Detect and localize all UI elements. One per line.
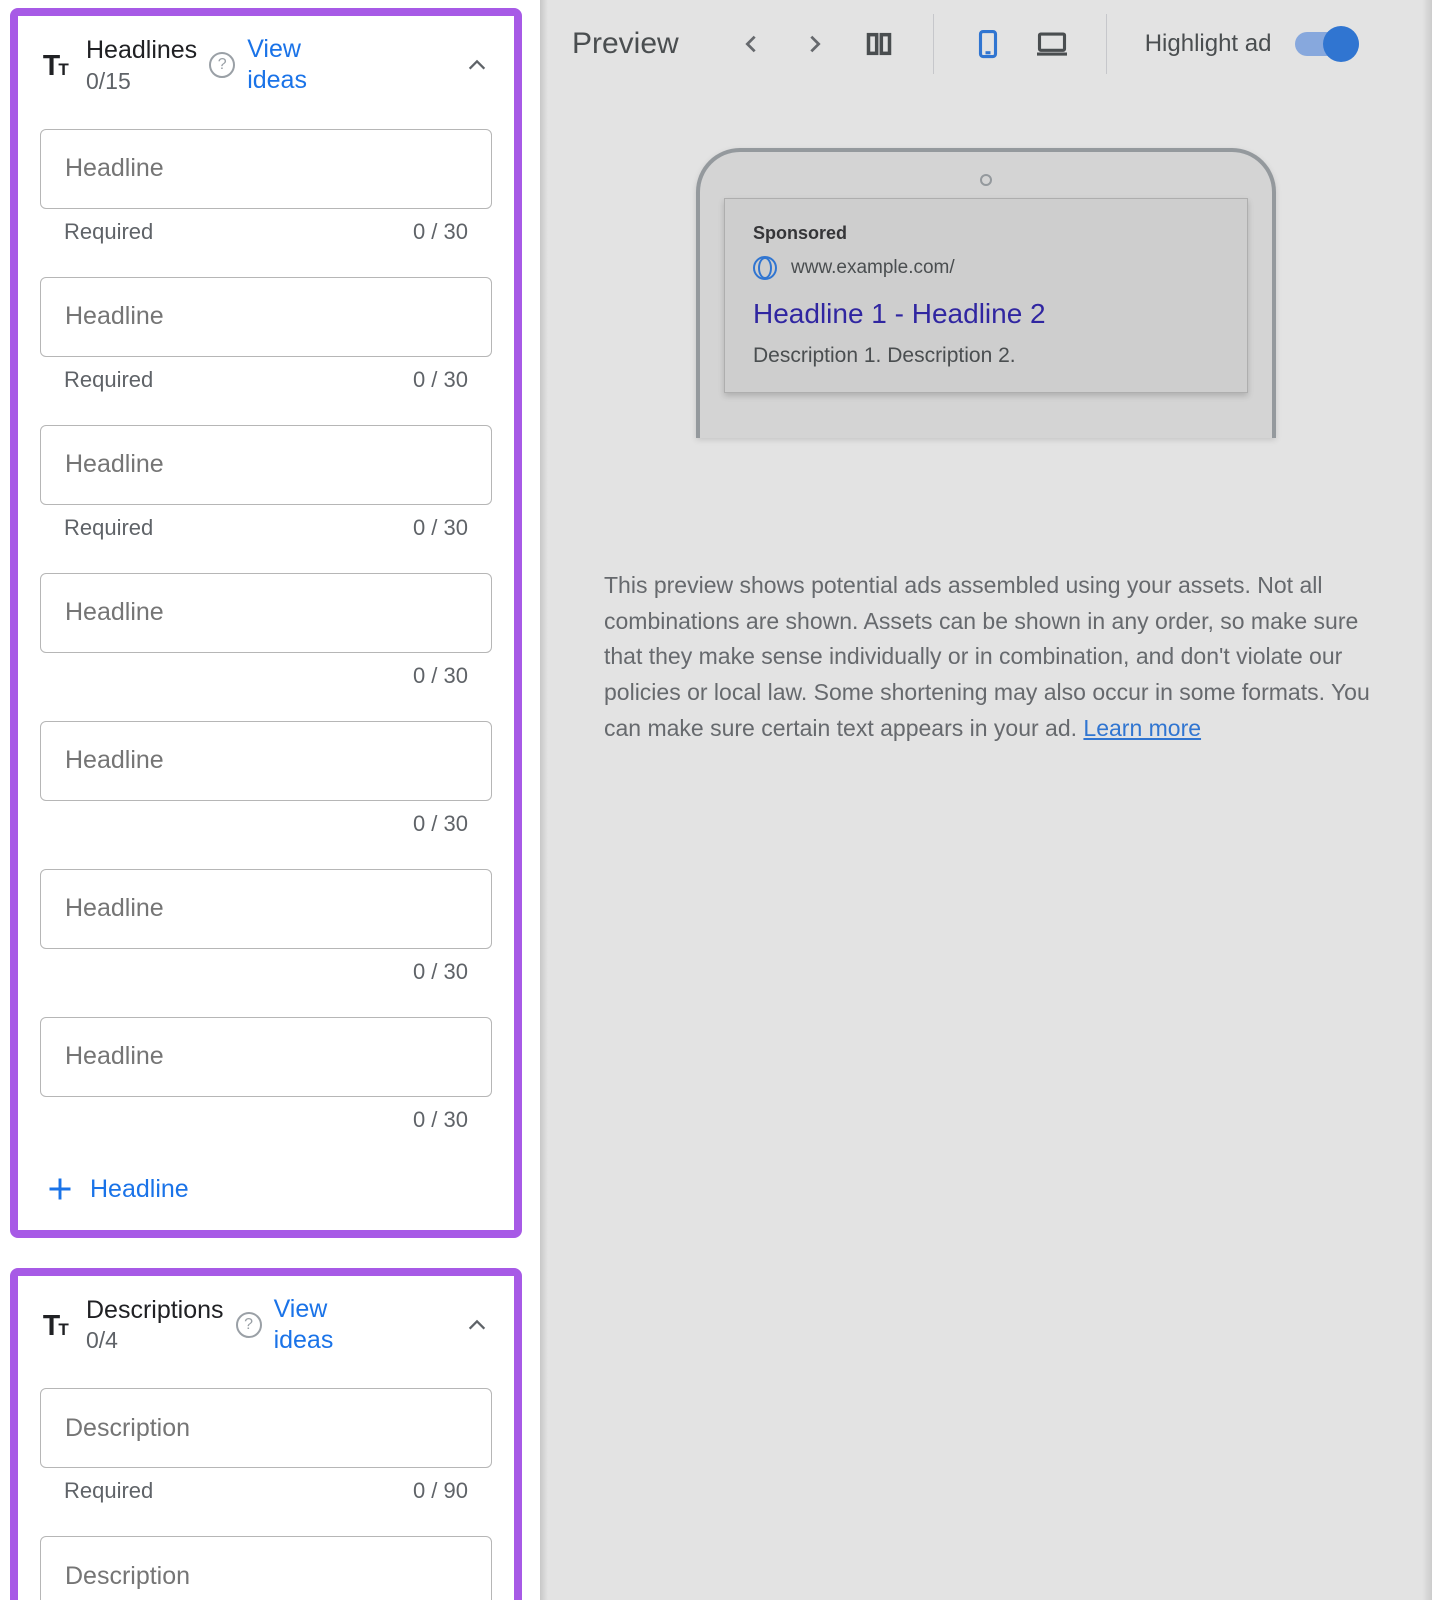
desktop-view-button[interactable]: [1032, 24, 1072, 64]
preview-disclaimer: This preview shows potential ads assembl…: [604, 568, 1400, 746]
preview-title: Preview: [572, 27, 679, 61]
prev-button[interactable]: [731, 24, 771, 64]
headline-input[interactable]: [40, 425, 492, 505]
ad-url: www.example.com/: [791, 257, 955, 279]
help-icon[interactable]: [209, 52, 235, 78]
char-counter: 0 / 30: [413, 811, 468, 837]
svg-text:T: T: [58, 1320, 69, 1339]
headline-field: Required 0 / 30: [40, 129, 492, 267]
char-counter: 0 / 30: [413, 959, 468, 985]
char-counter: 0 / 30: [413, 1107, 468, 1133]
collapse-toggle[interactable]: [462, 1310, 492, 1340]
separator: [933, 14, 934, 74]
headline-field: Required 0 / 30: [40, 277, 492, 415]
description-field: Required0 / 90: [40, 1536, 492, 1600]
field-meta: Required 0 / 90: [40, 1468, 492, 1526]
description-input[interactable]: [40, 1536, 492, 1600]
headline-field: Required 0 / 30: [40, 425, 492, 563]
learn-more-link[interactable]: Learn more: [1083, 715, 1201, 741]
next-button[interactable]: [795, 24, 835, 64]
ad-headline: Headline 1 - Headline 2: [753, 298, 1219, 330]
field-meta: 0 / 30: [40, 1097, 492, 1155]
headlines-panel: TT Headlines 0/15 View ideas Required 0 /…: [10, 8, 522, 1238]
field-meta: Required 0 / 30: [40, 209, 492, 267]
phone-frame: Sponsored www.example.com/ Headline 1 - …: [696, 148, 1276, 438]
preview-area: Sponsored www.example.com/ Headline 1 - …: [540, 88, 1432, 746]
char-counter: 0 / 30: [413, 663, 468, 689]
svg-text:T: T: [58, 60, 69, 79]
field-meta: Required 0 / 30: [40, 505, 492, 563]
add-headline-button[interactable]: Headline: [40, 1165, 492, 1218]
headline-input[interactable]: [40, 721, 492, 801]
description-field: Required 0 / 90: [40, 1388, 492, 1526]
descriptions-header: TT Descriptions 0/4 View ideas: [40, 1294, 492, 1357]
side-by-side-icon[interactable]: [859, 24, 899, 64]
field-meta: Required 0 / 30: [40, 357, 492, 415]
headline-field: 0 / 30: [40, 1017, 492, 1155]
headlines-count: 0/15: [86, 67, 197, 96]
headlines-title: Headlines: [86, 35, 197, 66]
field-meta: 0 / 30: [40, 801, 492, 859]
headline-field: 0 / 30: [40, 869, 492, 1007]
sponsored-label: Sponsored: [753, 223, 1219, 244]
descriptions-title: Descriptions: [86, 1295, 224, 1326]
help-icon[interactable]: [236, 1312, 262, 1338]
add-headline-label: Headline: [90, 1175, 189, 1204]
preview-column: Preview Highlight ad Sponsored www.examp…: [540, 0, 1432, 1600]
headline-input[interactable]: [40, 277, 492, 357]
headline-input[interactable]: [40, 1017, 492, 1097]
char-counter: 0 / 30: [413, 515, 468, 541]
phone-speaker-icon: [980, 174, 992, 186]
headline-input[interactable]: [40, 573, 492, 653]
view-ideas-link[interactable]: View ideas: [274, 1294, 354, 1357]
descriptions-panel: TT Descriptions 0/4 View ideas Required 0…: [10, 1268, 522, 1600]
text-icon: TT: [40, 48, 74, 82]
required-label: Required: [64, 367, 153, 393]
field-meta: 0 / 30: [40, 653, 492, 711]
required-label: Required: [64, 515, 153, 541]
highlight-ad-label: Highlight ad: [1145, 30, 1272, 58]
plus-icon: [46, 1175, 74, 1203]
left-column: TT Headlines 0/15 View ideas Required0 /…: [0, 0, 540, 1600]
separator: [1106, 14, 1107, 74]
ad-description: Description 1. Description 2.: [753, 344, 1219, 368]
descriptions-count: 0/4: [86, 1326, 224, 1355]
char-counter: 0 / 90: [413, 1478, 468, 1504]
collapse-toggle[interactable]: [462, 50, 492, 80]
char-counter: 0 / 30: [413, 367, 468, 393]
headlines-header: TT Headlines 0/15 View ideas: [40, 34, 492, 97]
headline-field: 0 / 30: [40, 721, 492, 859]
ad-card: Sponsored www.example.com/ Headline 1 - …: [724, 198, 1248, 393]
required-label: Required: [64, 219, 153, 245]
view-ideas-link[interactable]: View ideas: [247, 34, 327, 97]
headline-input[interactable]: [40, 869, 492, 949]
required-label: Required: [64, 1478, 153, 1504]
globe-icon: [753, 256, 777, 280]
description-input[interactable]: [40, 1388, 492, 1468]
highlight-ad-toggle[interactable]: [1295, 26, 1359, 62]
headline-input[interactable]: [40, 129, 492, 209]
char-counter: 0 / 30: [413, 219, 468, 245]
headline-field: 0 / 30: [40, 573, 492, 711]
field-meta: 0 / 30: [40, 949, 492, 1007]
text-icon: TT: [40, 1308, 74, 1342]
preview-toolbar: Preview Highlight ad: [540, 0, 1432, 88]
mobile-view-button[interactable]: [968, 24, 1008, 64]
